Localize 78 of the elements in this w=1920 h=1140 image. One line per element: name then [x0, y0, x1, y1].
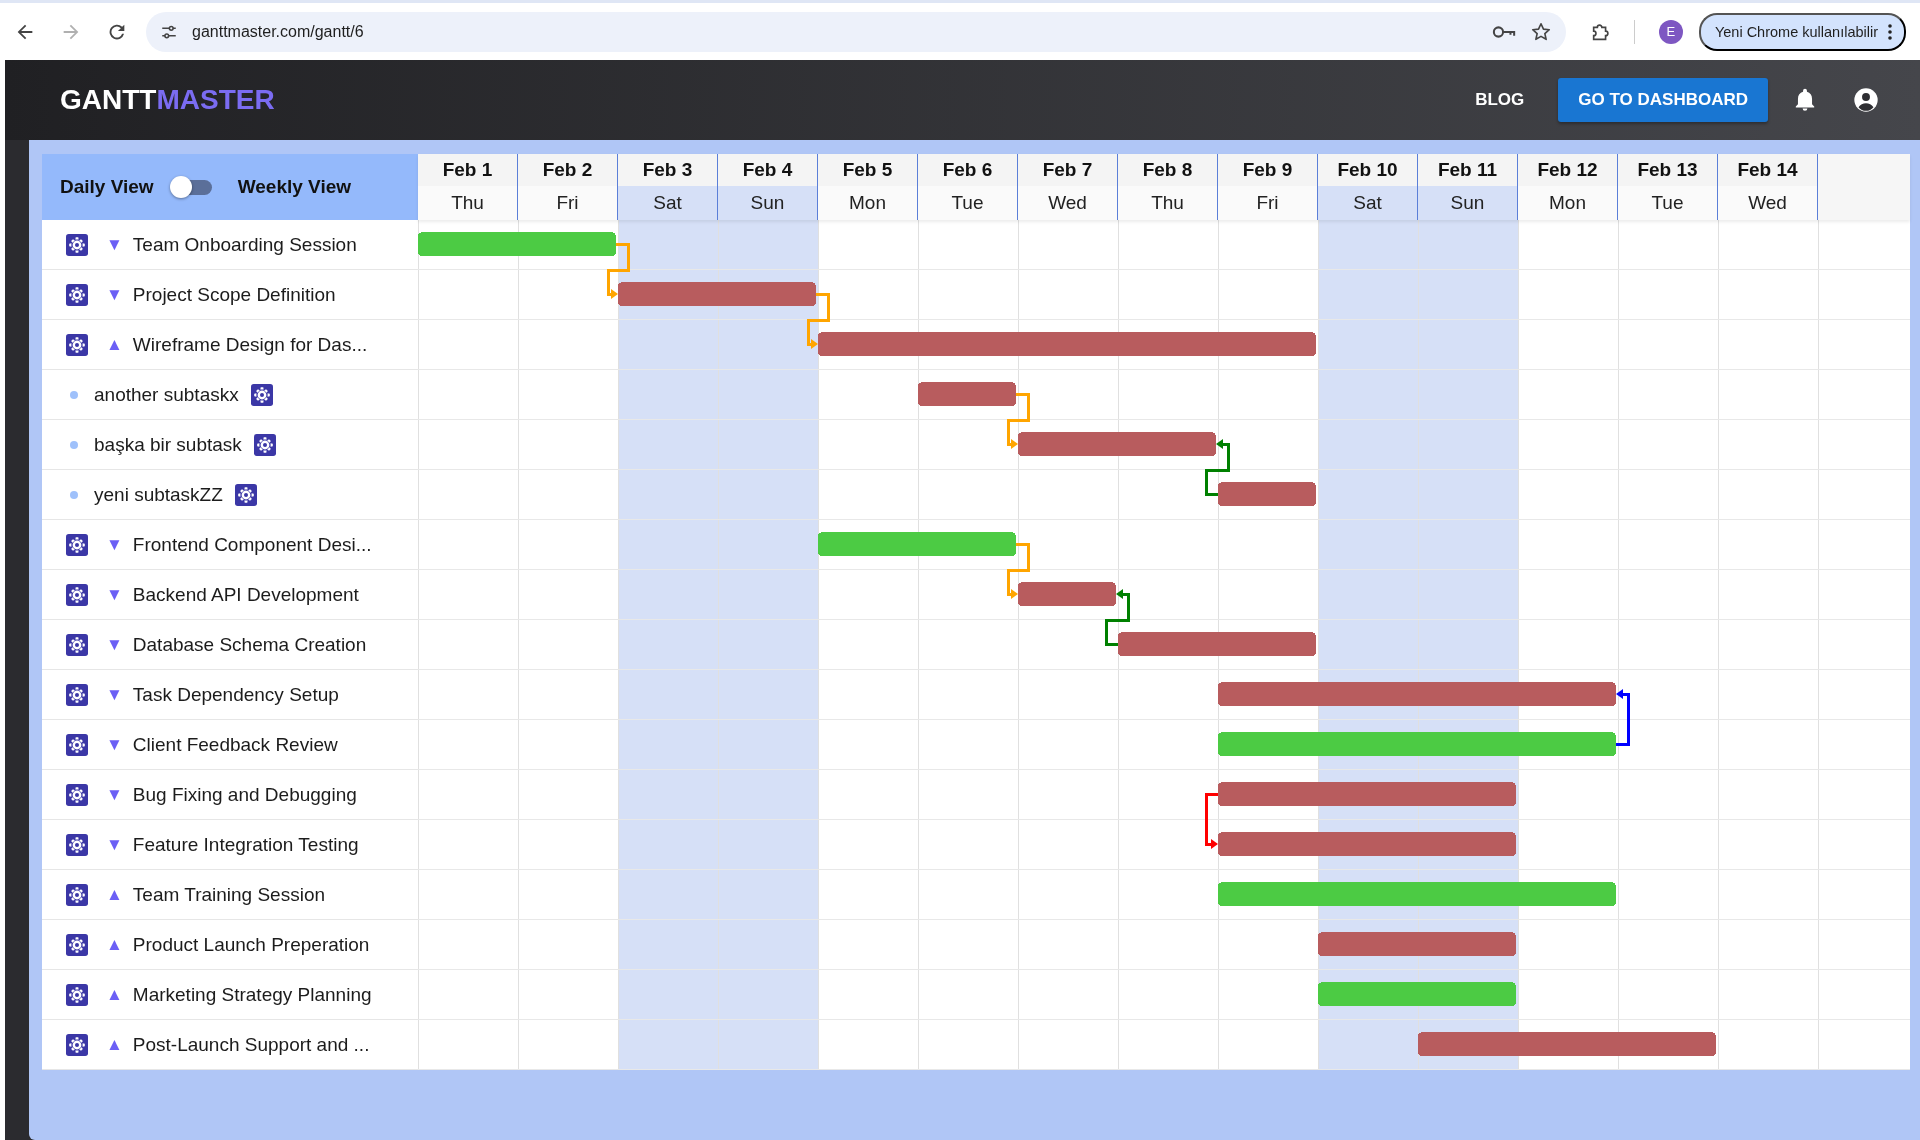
view-toggle[interactable]: [169, 175, 214, 199]
logo-text[interactable]: GANTT: [60, 84, 157, 116]
bullet-dot: [70, 490, 78, 499]
collapse-toggle[interactable]: ▼: [106, 584, 123, 605]
task-name[interactable]: Task Dependency Setup: [132, 683, 339, 706]
task-name[interactable]: Marketing Strategy Planning: [132, 983, 372, 1006]
weekday-label: Thu: [1118, 186, 1217, 220]
task-name[interactable]: Team Training Session: [132, 883, 326, 906]
weekday-label: Tue: [1618, 186, 1717, 220]
task-name[interactable]: Feature Integration Testing: [132, 833, 359, 856]
collapse-toggle[interactable]: ▲: [106, 984, 123, 1005]
collapse-toggle[interactable]: ▼: [106, 734, 123, 755]
weekday-label: Fri: [1218, 186, 1317, 220]
gear-icon[interactable]: [66, 733, 88, 756]
task-name[interactable]: Post-Launch Support and ...: [132, 1033, 370, 1056]
subtask-name[interactable]: başka bir subtask: [94, 433, 242, 456]
daily-view-label: Daily View: [60, 176, 154, 198]
gear-icon[interactable]: [66, 633, 88, 656]
date-label: Feb 1: [418, 154, 517, 186]
subtask-name[interactable]: another subtaskx: [94, 383, 239, 406]
collapse-toggle[interactable]: ▼: [106, 634, 123, 655]
dashboard-button[interactable]: GO TO DASHBOARD: [1558, 78, 1768, 122]
gear-icon[interactable]: [66, 933, 88, 956]
weekday-label: Wed: [1018, 186, 1117, 220]
task-name[interactable]: Frontend Component Desi...: [132, 533, 372, 556]
gear-icon[interactable]: [253, 433, 276, 456]
weekday-label: Sat: [618, 186, 717, 220]
blog-link[interactable]: BLOG: [1463, 82, 1537, 118]
gear-icon[interactable]: [234, 483, 257, 506]
weekday-label: Sat: [1318, 186, 1417, 220]
gear-icon[interactable]: [66, 983, 88, 1006]
star-icon[interactable]: [1529, 20, 1552, 43]
collapse-toggle[interactable]: ▼: [106, 784, 123, 805]
task-name[interactable]: Product Launch Preperation: [132, 933, 370, 956]
weekday-label: Mon: [1518, 186, 1617, 220]
collapse-toggle[interactable]: ▲: [106, 884, 123, 905]
collapse-toggle[interactable]: ▲: [106, 1034, 123, 1055]
weekday-label: Wed: [1718, 186, 1817, 220]
more-icon: [1888, 23, 1892, 40]
weekly-view-label: Weekly View: [237, 176, 352, 198]
gear-icon[interactable]: [66, 783, 88, 806]
gear-icon[interactable]: [66, 333, 88, 356]
collapse-toggle[interactable]: ▼: [106, 834, 123, 855]
gear-icon[interactable]: [66, 283, 88, 306]
bullet-dot: [70, 390, 78, 399]
weekday-label: Thu: [418, 186, 517, 220]
task-name[interactable]: Backend API Development: [132, 583, 359, 606]
subtask-name[interactable]: yeni subtaskZZ: [94, 483, 223, 506]
logo-accent-text[interactable]: MASTER: [156, 84, 275, 116]
weekday-label: Tue: [918, 186, 1017, 220]
account-icon[interactable]: [1852, 86, 1880, 114]
weekday-label: Sun: [1418, 186, 1517, 220]
gear-icon[interactable]: [66, 683, 88, 706]
collapse-toggle[interactable]: ▲: [106, 934, 123, 955]
task-name[interactable]: Database Schema Creation: [132, 633, 367, 656]
collapse-toggle[interactable]: ▼: [106, 284, 123, 305]
bullet-dot: [70, 440, 78, 449]
profile-avatar[interactable]: E: [1658, 19, 1683, 44]
task-name[interactable]: Bug Fixing and Debugging: [132, 783, 357, 806]
gear-icon[interactable]: [250, 383, 273, 406]
gear-icon[interactable]: [66, 533, 88, 556]
gear-icon[interactable]: [66, 233, 88, 256]
gear-icon[interactable]: [66, 833, 88, 856]
gear-icon[interactable]: [66, 583, 88, 606]
gear-icon[interactable]: [66, 1033, 88, 1056]
collapse-toggle[interactable]: ▼: [106, 684, 123, 705]
gear-icon[interactable]: [66, 883, 88, 906]
weekday-label: Mon: [818, 186, 917, 220]
collapse-toggle[interactable]: ▼: [106, 234, 123, 255]
weekday-label: Sun: [718, 186, 817, 220]
task-name[interactable]: Project Scope Definition: [132, 283, 336, 306]
update-chip[interactable]: Yeni Chrome kullanılabilir: [1698, 12, 1906, 51]
collapse-toggle[interactable]: ▼: [106, 534, 123, 555]
task-name[interactable]: Wireframe Design for Das...: [132, 333, 368, 356]
task-name[interactable]: Team Onboarding Session: [132, 233, 357, 256]
weekday-label: Fri: [518, 186, 617, 220]
task-name[interactable]: Client Feedback Review: [132, 733, 338, 756]
collapse-toggle[interactable]: ▲: [106, 334, 123, 355]
